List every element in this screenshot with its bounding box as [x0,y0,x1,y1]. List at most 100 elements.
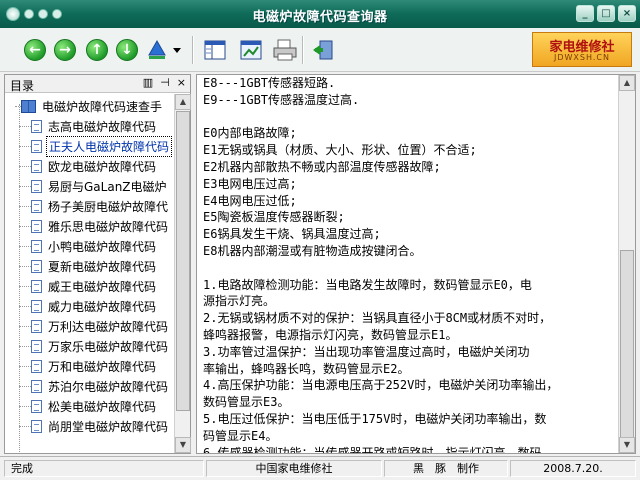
down-button[interactable]: ↓ [116,39,138,61]
tree-item-label: 雅乐思电磁炉故障代码 [48,219,169,234]
image-window-icon [240,40,262,60]
content-scrollbar[interactable]: ▲ ▼ [618,75,635,453]
tree-view-button[interactable] [146,39,182,61]
document-icon [31,259,42,273]
scroll-down-button[interactable]: ▼ [175,437,191,453]
content-panel: E8---1GBT传感器短路. E9---1GBT传感器温度过高. E0内部电路故障… [196,74,636,454]
close-button[interactable]: × [618,5,636,22]
tree-item-label: 杨子美厨电磁炉故障代 [48,199,169,214]
tree-item[interactable]: 杨子美厨电磁炉故障代 [19,196,174,216]
toolbar: ← → ↑ ↓ 家电维修社 JDWXSH.CN [0,28,640,72]
preview-button[interactable] [240,39,262,61]
document-icon [31,299,42,313]
tree-connector-line [19,325,31,327]
content-line: 源指示灯亮。 [203,294,276,309]
tree-item[interactable]: 雅乐思电磁炉故障代码 [19,216,174,236]
status-text: 完成 [4,460,204,477]
back-button[interactable]: ← [24,39,46,61]
print-button[interactable] [272,39,298,61]
content-line: 2.无锅或锅材质不对的保护：当锅具直径小于8CM或材质不对时， [203,311,552,326]
minimize-button[interactable]: _ [576,5,594,22]
content-line: 码管显示E4。 [203,428,278,443]
content-line: 3.功率管过温保护：当出现功率管温度过高时，电磁炉关闭功 [203,344,530,359]
content-line: E3电网电压过高; [203,176,297,191]
status-author: 黑 豚 制作 [384,460,508,477]
toolbar-separator [192,36,194,64]
tree-connector-line [19,145,31,147]
content-line: E0内部电路故障; [203,126,297,141]
exit-button[interactable] [312,39,334,61]
show-panel-button[interactable] [204,39,226,61]
scroll-up-button[interactable]: ▲ [175,94,191,110]
tree-item[interactable]: 苏泊尔电磁炉故障代码 [19,376,174,396]
document-icon [31,399,42,413]
tree-item[interactable]: 志高电磁炉故障代码 [19,116,174,136]
tree-item[interactable]: 正夫人电磁炉故障代码 [19,135,174,157]
content-line: E8机器内部潮湿或有脏物造成按键闭合。 [203,243,422,258]
tree-item-label: 正夫人电磁炉故障代码 [46,135,173,157]
printer-icon [273,39,297,61]
tree-item[interactable]: 小鸭电磁炉故障代码 [19,236,174,256]
tree-item-label: 小鸭电磁炉故障代码 [48,239,157,254]
document-icon [31,419,42,433]
tree-root-item[interactable]: 电磁炉故障代码速查手 [15,96,174,116]
tree-connector-line [19,165,31,167]
content-line: 5.电压过低保护：当电压低于175V时，电磁炉关闭功率输出，数 [203,411,547,426]
tree-connector-line [19,365,31,367]
tree-item-label: 万和电磁炉故障代码 [48,359,157,374]
content-line [203,109,613,126]
tree-item-label: 欧龙电磁炉故障代码 [48,159,157,174]
tree-connector-line [19,125,31,127]
up-button[interactable]: ↑ [86,39,108,61]
content-text: E8---1GBT传感器短路. E9---1GBT传感器温度过高. E0内部电路故障… [203,75,613,453]
status-bar: 完成 中国家电维修社 黑 豚 制作 2008.7.20. [0,456,640,480]
document-icon [31,379,42,393]
content-line: E9---1GBT传感器温度过高. [203,92,360,107]
tree-item[interactable]: 尚朋堂电磁炉故障代码 [19,416,174,436]
tree-item[interactable]: 欧龙电磁炉故障代码 [19,156,174,176]
scroll-thumb[interactable] [176,111,190,411]
scroll-up-button[interactable]: ▲ [619,75,635,91]
down-arrow-icon: ↓ [116,39,138,61]
content-line: E4电网电压过低; [203,193,297,208]
tree-item[interactable]: 万家乐电磁炉故障代码 [19,336,174,356]
tree-connector-line [19,405,31,407]
panel-layout-toggle-icon[interactable]: ▥ [143,76,153,89]
tree-connector-line [19,265,31,267]
directory-panel-header: 目录 ▥ ⊣ × [5,75,190,93]
status-site: 中国家电维修社 [206,460,382,477]
tree-connector-line [19,345,31,347]
content-line: 6.传感器检测功能：当传感器开路或短路时，指示灯闪亮，数码 [203,445,542,453]
document-icon [31,219,42,233]
status-date: 2008.7.20. [510,460,636,477]
directory-scrollbar[interactable]: ▲ ▼ [174,94,191,453]
tree-item[interactable]: 万和电磁炉故障代码 [19,356,174,376]
scroll-thumb[interactable] [620,250,634,450]
tree-item[interactable]: 易厨与GaLanZ电磁炉 [19,176,174,196]
tree-connector-line [19,285,31,287]
pin-icon[interactable]: ⊣ [160,76,170,89]
tree-item[interactable]: 松美电磁炉故障代码 [19,396,174,416]
tree-item-label: 威王电磁炉故障代码 [48,279,157,294]
tree-structure-icon [148,39,181,59]
tree-connector-line [19,185,31,187]
title-bar[interactable]: 电磁炉故障代码查询器 _ □ × [0,0,640,28]
document-icon [31,139,42,153]
tree-item[interactable]: 威力电磁炉故障代码 [19,296,174,316]
tree-item[interactable]: 万利达电磁炉故障代码 [19,316,174,336]
document-icon [31,199,42,213]
app-window: 电磁炉故障代码查询器 _ □ × ← → ↑ ↓ 家电维修社 JDWXSH.CN… [0,0,640,480]
scroll-down-button[interactable]: ▼ [619,437,635,453]
maximize-button[interactable]: □ [597,5,615,22]
tree-item[interactable]: 夏新电磁炉故障代码 [19,256,174,276]
document-icon [31,339,42,353]
tree-item-label: 志高电磁炉故障代码 [48,119,157,134]
tree-item[interactable]: 威王电磁炉故障代码 [19,276,174,296]
tree-connector-line [19,245,31,247]
forward-button[interactable]: → [54,39,76,61]
directory-tree[interactable]: 电磁炉故障代码速查手 志高电磁炉故障代码 正夫人电磁炉故障代码欧龙电磁炉故障代码易… [5,94,174,453]
tree-connector-line [19,385,31,387]
tree-item-label: 万利达电磁炉故障代码 [48,319,169,334]
content-line: 率输出，蜂鸣器长鸣，数码管显示E2。 [203,361,410,376]
close-panel-icon[interactable]: × [177,76,186,89]
